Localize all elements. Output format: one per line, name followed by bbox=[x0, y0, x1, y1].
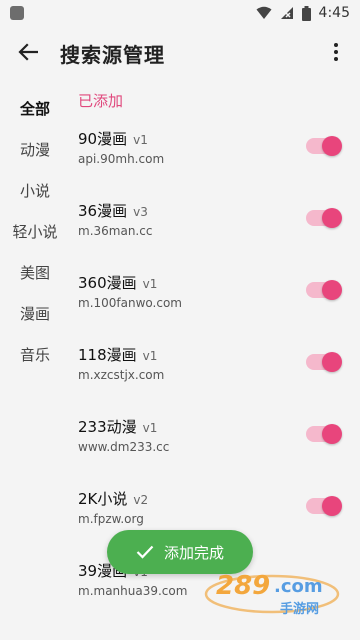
source-toggle[interactable] bbox=[306, 208, 342, 228]
source-version: v1 bbox=[133, 133, 148, 147]
category-sidebar: 全部 动漫 小说 轻小说 美图 漫画 音乐 bbox=[0, 88, 70, 375]
source-name: 90漫画 bbox=[78, 130, 128, 148]
more-options-button[interactable] bbox=[324, 38, 348, 66]
source-url: m.xzcstjx.com bbox=[78, 368, 165, 382]
source-name: 2K小说 bbox=[78, 490, 128, 508]
toggle-knob bbox=[322, 352, 342, 372]
source-url: m.fpzw.org bbox=[78, 512, 144, 526]
source-toggle[interactable] bbox=[306, 424, 342, 444]
source-name: 233动漫 bbox=[78, 418, 137, 436]
toggle-knob bbox=[322, 424, 342, 444]
category-novel[interactable]: 小说 bbox=[0, 170, 70, 211]
source-item[interactable]: 36漫画 v3 m.36man.cc bbox=[78, 186, 348, 258]
source-version: v2 bbox=[133, 493, 149, 507]
category-anime[interactable]: 动漫 bbox=[0, 129, 70, 170]
notification-app-icon bbox=[10, 6, 24, 20]
page-title: 搜索源管理 bbox=[60, 43, 165, 67]
back-button[interactable] bbox=[14, 38, 42, 66]
more-vert-icon bbox=[334, 43, 338, 61]
source-name: 118漫画 bbox=[78, 346, 137, 364]
back-arrow-icon bbox=[18, 43, 38, 61]
source-name: 36漫画 bbox=[78, 202, 128, 220]
wifi-icon bbox=[256, 6, 272, 20]
source-toggle[interactable] bbox=[306, 136, 342, 156]
toggle-knob bbox=[322, 208, 342, 228]
svg-text:289: 289 bbox=[216, 571, 270, 601]
source-name: 360漫画 bbox=[78, 274, 137, 292]
no-signal-icon bbox=[280, 6, 294, 20]
source-version: v3 bbox=[133, 205, 148, 219]
category-music[interactable]: 音乐 bbox=[0, 334, 70, 375]
toggle-knob bbox=[322, 496, 342, 516]
category-light-novel[interactable]: 轻小说 bbox=[0, 211, 70, 252]
source-item[interactable]: 90漫画 v1 api.90mh.com bbox=[78, 114, 348, 186]
status-time: 4:45 bbox=[318, 5, 350, 21]
source-toggle[interactable] bbox=[306, 280, 342, 300]
source-item[interactable]: 233动漫 v1 www.dm233.cc bbox=[78, 402, 348, 474]
category-pictures[interactable]: 美图 bbox=[0, 252, 70, 293]
source-url: m.manhua39.com bbox=[78, 584, 188, 598]
toggle-knob bbox=[322, 280, 342, 300]
svg-text:手游网: 手游网 bbox=[280, 601, 319, 617]
check-icon bbox=[136, 545, 154, 559]
category-comics[interactable]: 漫画 bbox=[0, 293, 70, 334]
battery-icon bbox=[301, 5, 311, 21]
source-version: v1 bbox=[142, 349, 158, 363]
source-item[interactable]: 118漫画 v1 m.xzcstjx.com bbox=[78, 330, 348, 402]
source-version: v1 bbox=[142, 421, 158, 435]
source-url: www.dm233.cc bbox=[78, 440, 170, 454]
category-all[interactable]: 全部 bbox=[0, 88, 70, 129]
toggle-knob bbox=[322, 136, 342, 156]
toast-text: 添加完成 bbox=[163, 543, 224, 562]
svg-text:.com: .com bbox=[274, 576, 323, 597]
section-label-added: 已添加 bbox=[78, 92, 124, 110]
source-toggle[interactable] bbox=[306, 352, 342, 372]
source-item[interactable]: 360漫画 v1 m.100fanwo.com bbox=[78, 258, 348, 330]
source-url: m.36man.cc bbox=[78, 224, 153, 238]
source-toggle[interactable] bbox=[306, 496, 342, 516]
watermark-logo: 289 .com 手游网 bbox=[204, 571, 340, 617]
source-url: api.90mh.com bbox=[78, 152, 165, 166]
status-bar: 4:45 bbox=[0, 0, 360, 26]
source-url: m.100fanwo.com bbox=[78, 296, 182, 310]
app-header: 搜索源管理 bbox=[0, 28, 360, 76]
source-version: v1 bbox=[142, 277, 158, 291]
